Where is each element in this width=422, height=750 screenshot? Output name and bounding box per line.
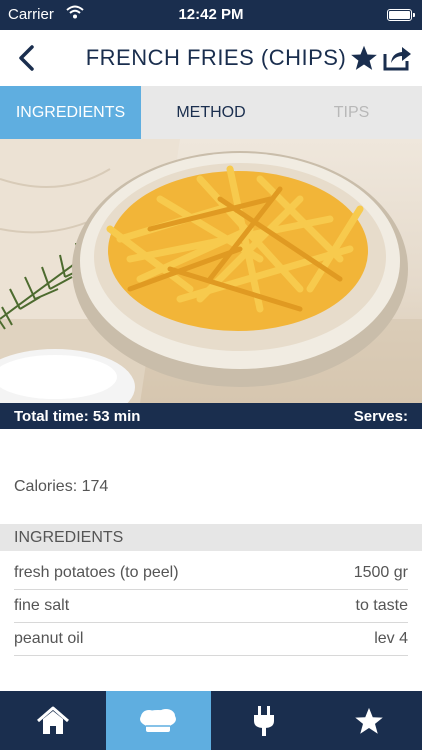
tab-favorites[interactable] [317, 691, 422, 750]
navigation-bar: FRENCH FRIES (CHIPS) [0, 30, 422, 86]
tab-recipes[interactable] [105, 691, 211, 750]
recipe-summary-bar: Total time: 53 min Serves: [0, 403, 422, 429]
ingredient-name: peanut oil [14, 630, 84, 647]
list-item: fine salt to taste [14, 590, 408, 623]
plug-icon [253, 705, 274, 736]
ingredient-quantity: 1500 gr [353, 564, 408, 581]
recipe-tabs: INGREDIENTS METHOD TIPS [0, 86, 422, 139]
ingredient-quantity: lev 4 [374, 630, 408, 647]
tab-home[interactable] [0, 691, 106, 750]
list-item: fresh potatoes (to peel) 1500 gr [14, 557, 408, 590]
ingredient-name: fine salt [14, 597, 70, 614]
home-icon [36, 706, 69, 734]
tab-appliance[interactable] [211, 691, 317, 750]
tab-tips[interactable]: TIPS [281, 86, 422, 139]
ingredients-list: fresh potatoes (to peel) 1500 gr fine sa… [14, 557, 408, 656]
serves-label: Serves: [353, 408, 408, 425]
tab-method[interactable]: METHOD [141, 86, 281, 139]
clock: 12:42 PM [178, 6, 244, 23]
favorite-star-icon[interactable] [350, 44, 378, 77]
tab-ingredients[interactable]: INGREDIENTS [0, 86, 141, 139]
status-bar: Carrier 12:42 PM [0, 0, 422, 30]
battery-icon [387, 9, 415, 21]
total-time: Total time: 53 min [14, 408, 141, 425]
list-item: peanut oil lev 4 [14, 623, 408, 656]
ingredients-header: INGREDIENTS [0, 524, 422, 551]
bottom-tab-bar [0, 691, 422, 750]
ingredient-name: fresh potatoes (to peel) [14, 564, 179, 581]
share-icon[interactable] [382, 44, 412, 77]
ingredient-quantity: to taste [355, 597, 408, 614]
star-icon [355, 707, 383, 734]
calories: Calories: 174 [14, 478, 109, 495]
chef-hat-icon [140, 708, 177, 732]
recipe-photo [0, 139, 422, 403]
